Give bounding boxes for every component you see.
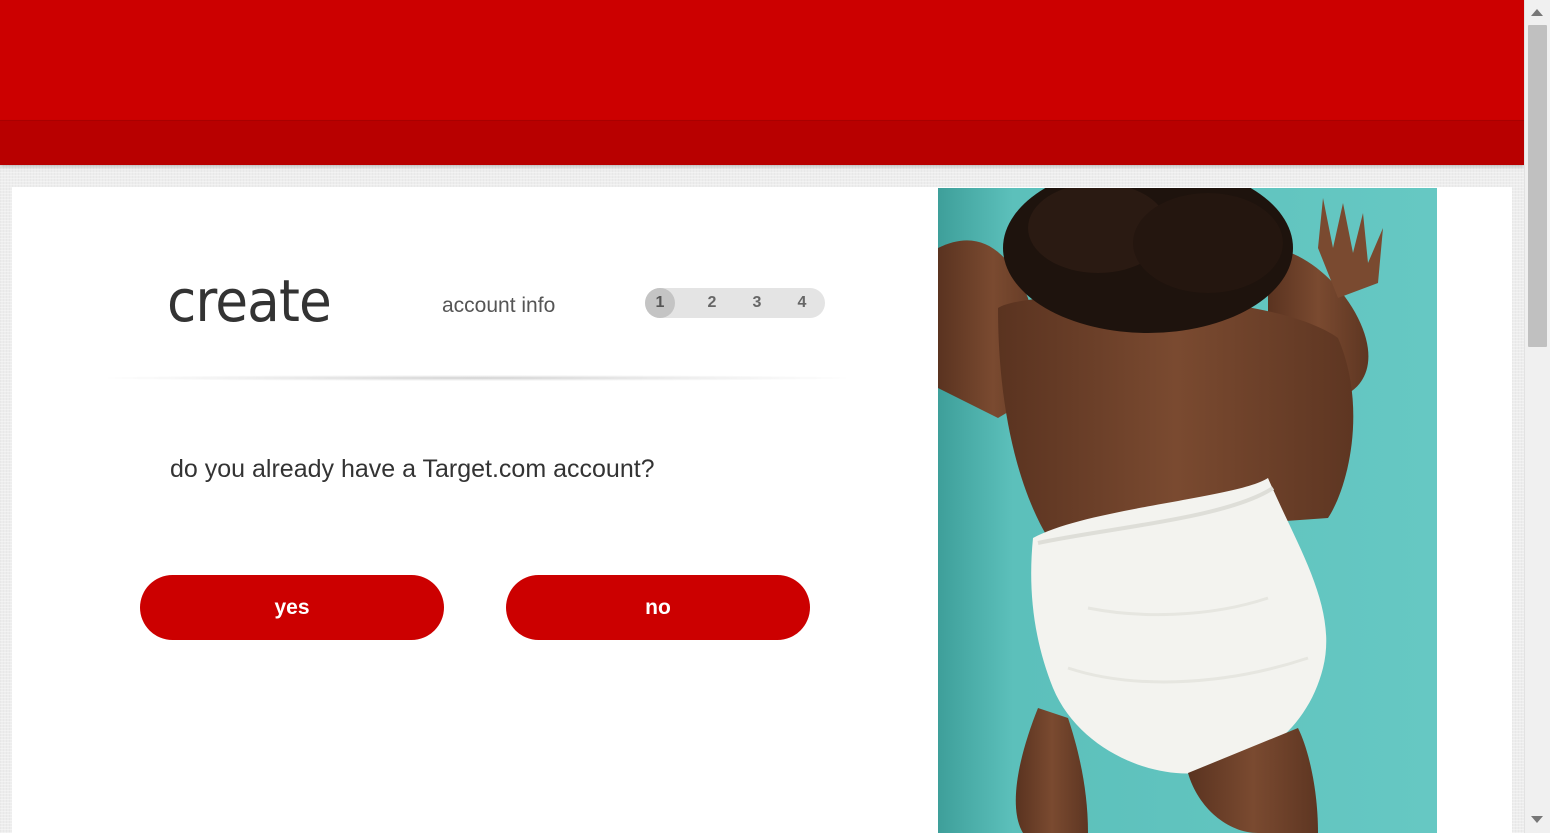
site-header [0, 0, 1524, 165]
page-title: create [167, 267, 332, 335]
baby-illustration [938, 188, 1437, 833]
section-divider [107, 375, 847, 381]
vertical-scrollbar[interactable] [1524, 0, 1550, 833]
scroll-up-icon[interactable] [1531, 9, 1543, 16]
scroll-down-icon[interactable] [1531, 816, 1543, 823]
scrollbar-thumb[interactable] [1528, 25, 1547, 347]
header-banner [0, 0, 1524, 120]
yes-button[interactable]: yes [140, 575, 444, 640]
step-1: 1 [645, 288, 675, 318]
header-nav-bar [0, 120, 1524, 165]
step-indicator: 1 2 3 4 [645, 288, 825, 318]
step-3: 3 [752, 294, 762, 311]
account-question: do you already have a Target.com account… [170, 455, 655, 483]
baby-photo [938, 188, 1437, 833]
create-account-panel: create account info 1 2 3 4 do you alrea… [12, 187, 1512, 833]
step-2: 2 [707, 294, 717, 311]
step-4: 4 [797, 294, 807, 311]
no-button[interactable]: no [506, 575, 810, 640]
step-label: account info [442, 294, 556, 317]
